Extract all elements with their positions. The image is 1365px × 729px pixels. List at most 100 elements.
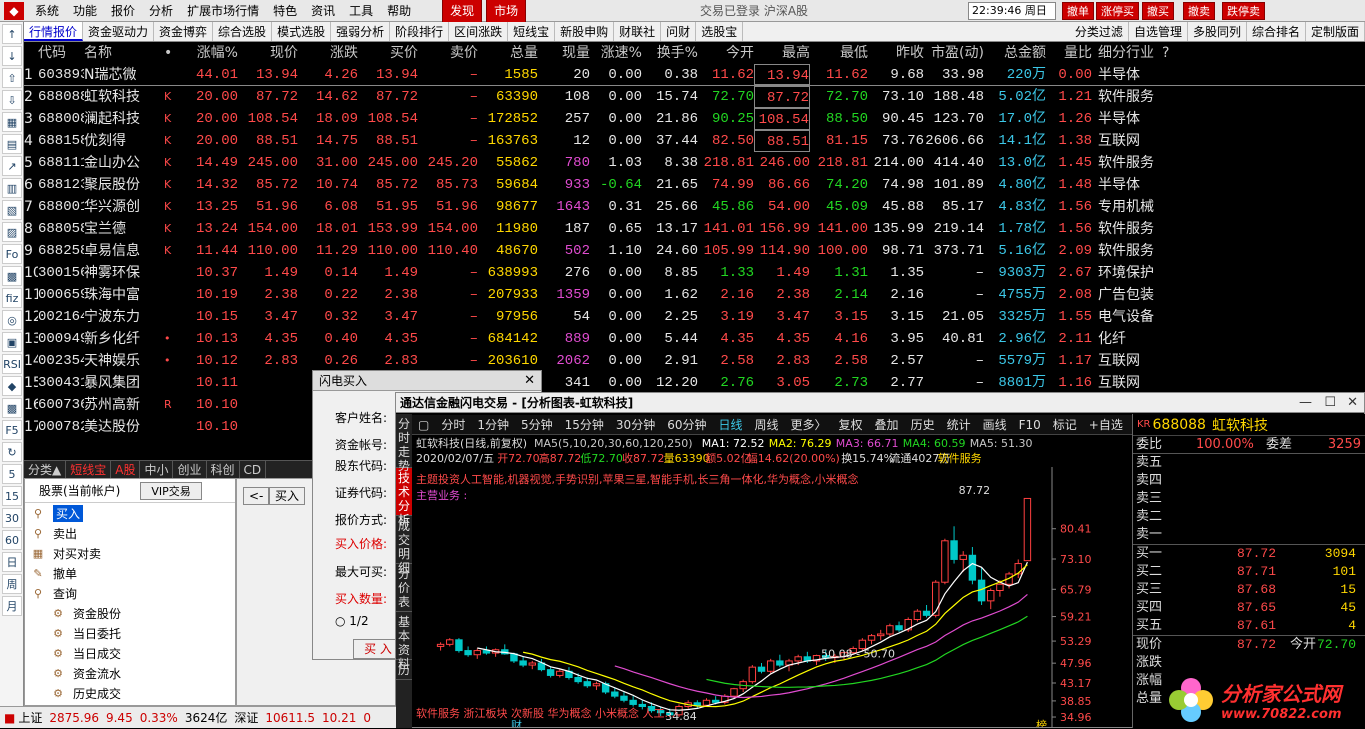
toolbar-icon[interactable]: ▤ [2, 134, 22, 154]
category-tab[interactable]: A股 [111, 461, 141, 478]
period-tab[interactable]: 统计 [941, 415, 977, 434]
column-header[interactable]: 涨速% [590, 42, 642, 64]
table-row[interactable]: 13 000949 新乡化纤 • 10.13 4.35 0.40 4.35 –684142 889… [24, 328, 1365, 350]
function-tab[interactable]: 自选管理 [1129, 22, 1188, 41]
function-tab[interactable]: 综合选股 [213, 22, 273, 41]
market-tab[interactable]: 发现 [442, 0, 483, 23]
toolbar-icon[interactable]: 15 [2, 486, 22, 506]
column-header[interactable]: 现量 [538, 42, 590, 64]
chart-view-tab[interactable]: 分时走势 [396, 414, 412, 473]
table-row[interactable]: 11 000659 珠海中富 10.19 2.38 0.22 2.38–207933 1359… [24, 284, 1365, 306]
period-menu-icon[interactable]: ▢ [412, 415, 435, 434]
trade-menu-item[interactable]: ▦ 对买对卖 [25, 543, 235, 563]
period-tab[interactable]: 叠加 [869, 415, 905, 434]
table-row[interactable]: 14 002354 天神娱乐 • 10.12 2.83 0.26 2.83–203610 206… [24, 350, 1365, 372]
table-row[interactable]: 5 688111 金山办公 K 14.49 245.00 31.00 245.00 245.20… [24, 152, 1365, 174]
column-header[interactable]: 涨跌 [298, 42, 358, 64]
column-header[interactable]: ? [1162, 42, 1186, 64]
toolbar-icon[interactable]: Fo [2, 244, 22, 264]
period-tab[interactable]: 标记 [1047, 415, 1083, 434]
toolbar-icon[interactable]: 月 [2, 596, 22, 616]
toolbar-icon[interactable]: 30 [2, 508, 22, 528]
column-header[interactable]: 换手% [642, 42, 698, 64]
toolbar-icon[interactable]: 5 [2, 464, 22, 484]
back-button[interactable]: <- [243, 487, 270, 505]
toolbar-icon[interactable]: ▦ [2, 112, 22, 132]
menu-item[interactable]: 工具 [342, 0, 380, 22]
column-header[interactable]: 最低 [810, 42, 868, 64]
menu-item[interactable]: 特色 [266, 0, 304, 22]
toolbar-icon[interactable]: F5 [2, 420, 22, 440]
function-tab[interactable]: 资金驱动力 [83, 22, 155, 41]
column-header[interactable]: 市盈(动) [924, 42, 984, 64]
toolbar-icon[interactable]: 日 [2, 552, 22, 572]
toolbar-icon[interactable]: ▩ [2, 398, 22, 418]
table-row[interactable]: 6 688123 聚辰股份 K 14.32 85.72 10.74 85.72 85.73 596… [24, 174, 1365, 196]
trade-menu-item[interactable]: ⚲ 卖出 [25, 523, 235, 543]
trade-submenu-item[interactable]: ⚙ 资金股份 [25, 603, 235, 623]
period-tab[interactable]: F10 [1013, 415, 1047, 434]
column-header[interactable]: 代码 [38, 42, 84, 64]
column-header[interactable]: 最高 [754, 42, 810, 64]
period-tab[interactable]: 历史 [905, 415, 941, 434]
column-header[interactable]: 涨幅% [186, 42, 238, 64]
trade-menu-item[interactable]: ✎ 撤单 [25, 563, 235, 583]
function-tab[interactable]: 区间涨跌 [449, 22, 509, 41]
minimize-icon[interactable]: — [1299, 393, 1312, 413]
table-row[interactable]: 10 300156 神雾环保 10.37 1.49 0.14 1.49–638993 276 0… [24, 262, 1365, 284]
column-header[interactable]: 细分行业 [1092, 42, 1162, 64]
trade-submenu-item[interactable]: ⚙ 当日委托 [25, 623, 235, 643]
table-row[interactable]: 9 688258 卓易信息 K 11.44 110.00 11.29 110.00 110.40… [24, 240, 1365, 262]
toolbar-icon[interactable]: ↑ [2, 24, 22, 44]
close-icon[interactable]: ✕ [1347, 393, 1358, 413]
function-tab[interactable]: 资金博弈 [154, 22, 214, 41]
period-tab[interactable]: +自选 [1083, 415, 1129, 434]
toolbar-icon[interactable]: 60 [2, 530, 22, 550]
chart-view-tab[interactable]: 分价表 [396, 564, 412, 612]
chart-view-tab[interactable]: 技术分析 [396, 468, 412, 527]
column-header[interactable]: • [164, 42, 186, 64]
function-tab[interactable]: 强弱分析 [331, 22, 391, 41]
toolbar-icon[interactable]: ◆ [2, 376, 22, 396]
function-tab[interactable]: 新股申购 [555, 22, 615, 41]
period-tab[interactable]: 复权 [833, 415, 869, 434]
period-tab[interactable]: 30分钟 [610, 415, 661, 434]
period-tab[interactable]: 画线 [977, 415, 1013, 434]
trade-submenu-item[interactable]: ⚙ 资金流水 [25, 663, 235, 683]
menu-item[interactable]: 报价 [104, 0, 142, 22]
period-tab[interactable]: 1分钟 [471, 415, 515, 434]
column-header[interactable]: 卖价 [418, 42, 478, 64]
column-header[interactable]: 昨收 [868, 42, 924, 64]
menu-item[interactable]: 系统 [28, 0, 66, 22]
function-tab[interactable]: 短线宝 [508, 22, 556, 41]
toolbar-icon[interactable]: ▥ [2, 178, 22, 198]
quick-trade-button[interactable]: 撤单 [1062, 2, 1094, 20]
period-tab[interactable]: 周线 [749, 415, 785, 434]
quick-trade-button[interactable]: 跌停卖 [1222, 2, 1265, 20]
ratio-radio[interactable]: ○ 1/2 [335, 614, 369, 628]
function-tab[interactable]: 定制版面 [1306, 22, 1365, 41]
quick-trade-button[interactable]: 涨停买 [1096, 2, 1139, 20]
toolbar-icon[interactable]: ▧ [2, 200, 22, 220]
table-row[interactable]: 7 688001 华兴源创 K 13.25 51.96 6.08 51.95 51.96 9867… [24, 196, 1365, 218]
period-tab[interactable]: 日线 [712, 415, 748, 434]
toolbar-icon[interactable]: ⇩ [2, 90, 22, 110]
period-tab[interactable]: 15分钟 [559, 415, 610, 434]
toolbar-icon[interactable]: ▣ [2, 332, 22, 352]
table-row[interactable]: 3 688008 澜起科技 K 20.00 108.54 18.09 108.54 –17285… [24, 108, 1365, 130]
toolbar-icon[interactable]: ◎ [2, 310, 22, 330]
column-header[interactable]: 买价 [358, 42, 418, 64]
menu-item[interactable]: 分析 [142, 0, 180, 22]
period-tab[interactable]: 60分钟 [661, 415, 712, 434]
function-tab[interactable]: 行情报价 [24, 22, 84, 41]
table-row[interactable]: 2 688088 虹软科技 K 20.00 87.72 14.62 87.72 – 63390 10… [24, 86, 1365, 108]
function-tab[interactable]: 问财 [661, 22, 697, 41]
trade-submenu-item[interactable]: ⚙ 历史成交 [25, 683, 235, 703]
table-row[interactable]: 12 002164 宁波东力 10.15 3.47 0.32 3.47 – 97956 54 0.0… [24, 306, 1365, 328]
column-header[interactable]: 总量 [478, 42, 538, 64]
trade-submenu-item[interactable]: ⚙ 当日成交 [25, 643, 235, 663]
chart-view-tab[interactable]: 历 [396, 660, 412, 680]
column-header[interactable]: 量比 [1046, 42, 1092, 64]
function-tab[interactable]: 综合排名 [1247, 22, 1306, 41]
function-tab[interactable]: 模式选股 [272, 22, 332, 41]
